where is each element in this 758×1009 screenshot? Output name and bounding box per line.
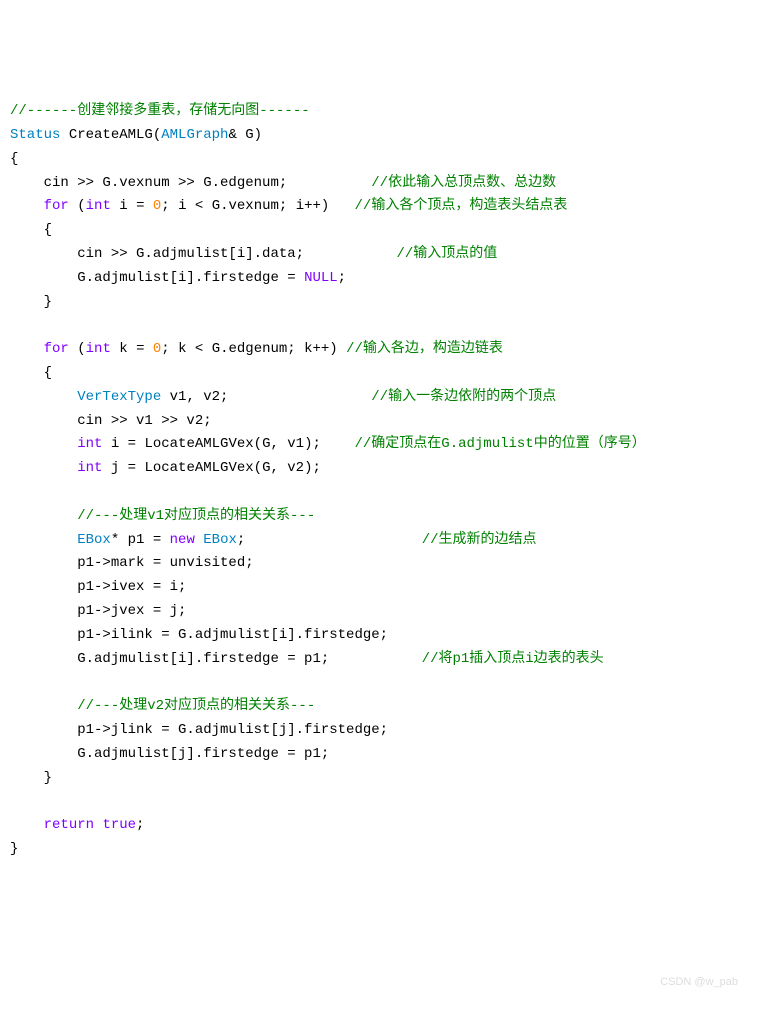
indent [10, 460, 77, 476]
kw-for: for [44, 198, 69, 214]
comment: //输入各个顶点，构造表头结点表 [355, 198, 568, 214]
comment: //------创建邻接多重表，存储无向图------ [10, 103, 310, 119]
var: i = [111, 198, 153, 214]
semi: ; [338, 270, 346, 286]
brace: } [10, 770, 52, 786]
indent [10, 698, 77, 714]
param: & G) [228, 127, 262, 143]
comment: //将p1插入顶点i边表的表头 [422, 651, 604, 667]
code-block: //------创建邻接多重表，存储无向图------ Status Creat… [10, 100, 748, 862]
stmt: p1->ivex = i; [10, 579, 186, 595]
stmt: G.adjmulist[i].firstedge = p1; [10, 651, 422, 667]
brace: { [10, 151, 18, 167]
stmt: p1->mark = unvisited; [10, 555, 254, 571]
semi: ; [237, 532, 422, 548]
comment: //输入各边，构造边链表 [346, 341, 503, 357]
kw-int: int [77, 436, 102, 452]
stmt: cin >> G.vexnum >> G.edgenum; [10, 175, 371, 191]
type: EBox [77, 532, 111, 548]
type: EBox [203, 532, 237, 548]
comment: //输入顶点的值 [396, 246, 497, 262]
return-type: Status [10, 127, 60, 143]
indent [10, 341, 44, 357]
kw-return: return [44, 817, 94, 833]
comment: //生成新的边结点 [422, 532, 537, 548]
indent [10, 817, 44, 833]
cond: ; k < G.edgenum; k++) [161, 341, 346, 357]
stmt: p1->ilink = G.adjmulist[i].firstedge; [10, 627, 388, 643]
stmt: G.adjmulist[i].firstedge = [10, 270, 304, 286]
kw-new: new [170, 532, 195, 548]
param-type: AMLGraph [161, 127, 228, 143]
sp [94, 817, 102, 833]
stmt: G.adjmulist[j].firstedge = p1; [10, 746, 329, 762]
brace: { [10, 222, 52, 238]
cond: ; i < G.vexnum; i++) [161, 198, 354, 214]
comment: //---处理v1对应顶点的相关关系--- [77, 508, 315, 524]
kw-int: int [86, 198, 111, 214]
sp [195, 532, 203, 548]
indent [10, 436, 77, 452]
kw-int: int [86, 341, 111, 357]
kw-for: for [44, 341, 69, 357]
comment: //输入一条边依附的两个顶点 [371, 389, 556, 405]
semi: ; [136, 817, 144, 833]
indent [10, 198, 44, 214]
null: NULL [304, 270, 338, 286]
func-sig: CreateAMLG( [60, 127, 161, 143]
indent [10, 508, 77, 524]
call: j = LocateAMLGVex(G, v2); [102, 460, 320, 476]
stmt: p1->jvex = j; [10, 603, 186, 619]
call: i = LocateAMLGVex(G, v1); [102, 436, 354, 452]
ptr: * p1 = [111, 532, 170, 548]
type: VerTexType [77, 389, 161, 405]
comment: //确定顶点在G.adjmulist中的位置（序号） [354, 436, 645, 452]
lit-true: true [102, 817, 136, 833]
indent [10, 389, 77, 405]
stmt: cin >> G.adjmulist[i].data; [10, 246, 396, 262]
var: k = [111, 341, 153, 357]
stmt: p1->jlink = G.adjmulist[j].firstedge; [10, 722, 388, 738]
comment: //---处理v2对应顶点的相关关系--- [77, 698, 315, 714]
kw-int: int [77, 460, 102, 476]
brace: } [10, 841, 18, 857]
watermark: CSDN @w_pab [660, 973, 738, 992]
comment: //依此输入总顶点数、总边数 [371, 175, 556, 191]
brace: } [10, 294, 52, 310]
vars: v1, v2; [161, 389, 371, 405]
paren: ( [69, 198, 86, 214]
brace: { [10, 365, 52, 381]
indent [10, 532, 77, 548]
paren: ( [69, 341, 86, 357]
stmt: cin >> v1 >> v2; [10, 413, 212, 429]
